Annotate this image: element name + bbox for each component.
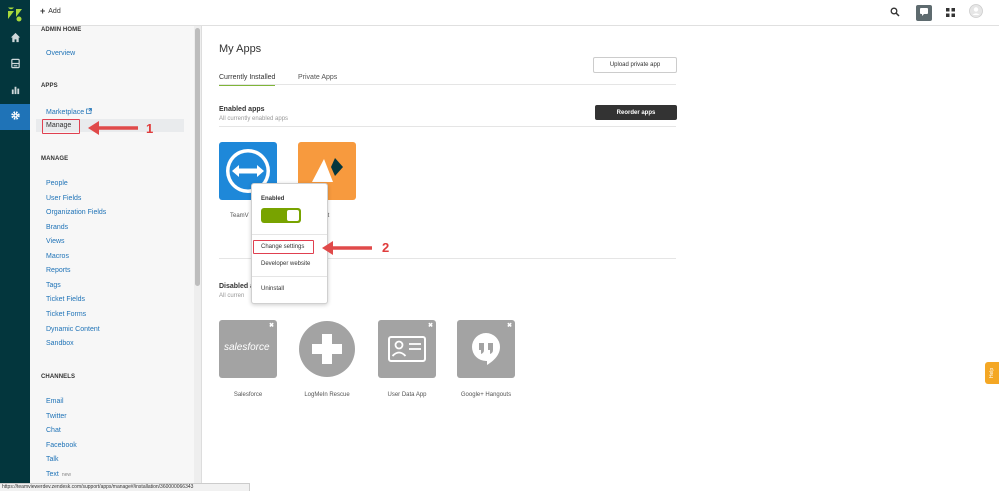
help-label: Help: [988, 367, 995, 379]
arrow-1-icon: [88, 121, 138, 135]
step-1-label: 1: [146, 121, 154, 136]
change-settings-highlight-box: [253, 240, 314, 254]
help-widget-button[interactable]: Help: [985, 362, 999, 384]
zendesk-admin-window: + Add ADMIN HOME Overview APPS Marketpla…: [0, 0, 999, 491]
browser-status-url: https://teamviewerdev.zendesk.com/suppor…: [0, 483, 250, 491]
arrow-2-icon: [322, 241, 372, 255]
step-2-label: 2: [382, 240, 390, 255]
annotation-arrows: [88, 121, 372, 255]
